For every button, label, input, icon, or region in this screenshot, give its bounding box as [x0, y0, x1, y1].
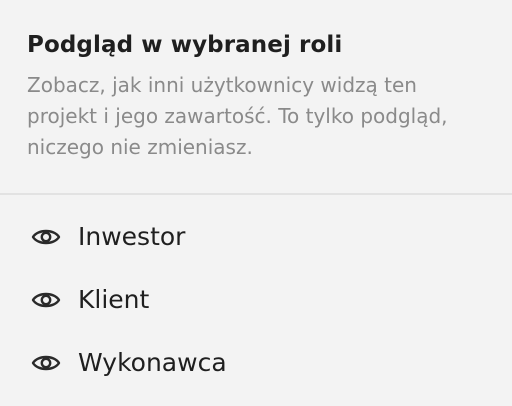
popover-header: Podgląd w wybranej roli Zobacz, jak inni… — [0, 0, 512, 193]
role-item-klient[interactable]: Klient — [0, 268, 512, 331]
role-label: Inwestor — [78, 221, 186, 251]
role-preview-popover: Podgląd w wybranej roli Zobacz, jak inni… — [0, 0, 512, 406]
role-label: Klient — [78, 284, 150, 314]
eye-icon — [30, 284, 62, 316]
eye-icon — [30, 347, 62, 379]
divider — [0, 193, 512, 195]
role-item-wykonawca[interactable]: Wykonawca — [0, 331, 512, 394]
role-label: Wykonawca — [78, 347, 227, 377]
popover-title: Podgląd w wybranej roli — [27, 32, 343, 58]
eye-icon — [30, 221, 62, 253]
role-item-inwestor[interactable]: Inwestor — [0, 205, 512, 268]
popover-description: Zobacz, jak inni użytkownicy widzą ten p… — [27, 73, 448, 159]
role-list: Inwestor Klient Wykonawca — [0, 205, 512, 394]
